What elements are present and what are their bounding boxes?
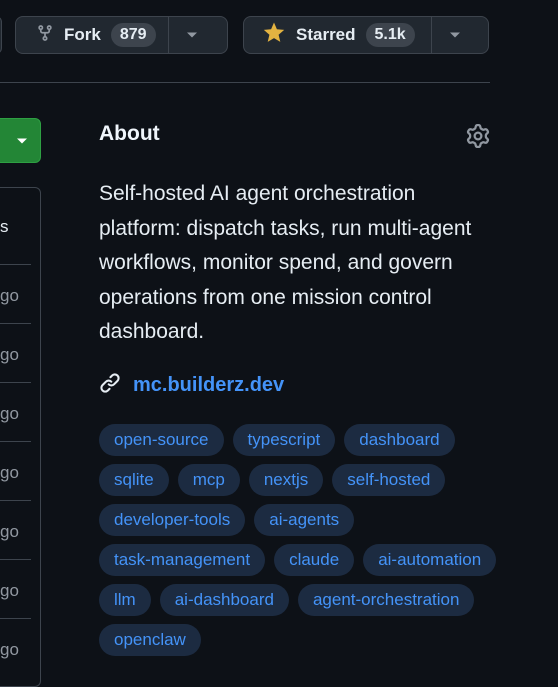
topic-tag[interactable]: ai-dashboard	[159, 584, 289, 616]
header-divider	[0, 82, 490, 83]
star-button-group: Starred 5.1k	[243, 16, 489, 54]
watch-button-partial[interactable]	[0, 16, 2, 54]
repo-description: Self-hosted AI agent orchestration platf…	[99, 182, 472, 343]
file-row-time: go	[0, 581, 19, 600]
fork-label: Fork	[64, 25, 101, 44]
topic-tag[interactable]: ai-automation	[363, 544, 497, 576]
fork-dropdown-button[interactable]	[167, 17, 215, 53]
fork-icon	[36, 23, 54, 48]
row-divider	[0, 441, 31, 442]
row-divider	[0, 618, 31, 619]
caret-down-icon	[186, 26, 198, 44]
code-button[interactable]	[0, 118, 41, 163]
starred-button[interactable]: Starred 5.1k	[244, 17, 431, 53]
topic-tag[interactable]: developer-tools	[99, 504, 246, 536]
link-icon	[99, 372, 121, 399]
topic-tag[interactable]: nextjs	[248, 464, 324, 496]
topic-tag[interactable]: task-management	[99, 544, 266, 576]
topic-tag[interactable]: dashboard	[344, 424, 455, 456]
file-row-time: go	[0, 404, 19, 423]
topics-list: open-source typescript dashboard sqlite …	[99, 424, 499, 656]
topic-tag[interactable]: open-source	[99, 424, 224, 456]
topic-tag[interactable]: ai-agents	[254, 504, 355, 536]
star-dropdown-button[interactable]	[431, 17, 478, 53]
file-row-time: go	[0, 345, 19, 364]
file-list-partial: s go go go go go go go	[0, 187, 41, 687]
caret-down-icon	[449, 26, 461, 44]
starred-label: Starred	[296, 25, 356, 44]
website-link[interactable]: mc.builderz.dev	[133, 374, 284, 397]
topic-tag[interactable]: sqlite	[99, 464, 169, 496]
settings-gear-icon[interactable]	[466, 124, 490, 153]
topic-tag[interactable]: typescript	[232, 424, 336, 456]
topic-tag[interactable]: claude	[274, 544, 355, 576]
star-filled-icon	[262, 21, 286, 49]
fork-button-group: Fork 879	[15, 16, 228, 54]
star-count: 5.1k	[365, 23, 415, 47]
topic-tag[interactable]: mcp	[177, 464, 240, 496]
row-divider	[0, 559, 31, 560]
row-divider	[0, 323, 31, 324]
file-row-time: go	[0, 286, 19, 305]
about-title: About	[99, 122, 160, 145]
fork-count: 879	[110, 23, 156, 47]
file-row-time: go	[0, 640, 19, 659]
row-divider	[0, 500, 31, 501]
topic-tag[interactable]: openclaw	[99, 624, 201, 656]
row-divider	[0, 264, 31, 265]
caret-down-icon	[16, 132, 28, 150]
file-row-time: go	[0, 522, 19, 541]
topic-tag[interactable]: agent-orchestration	[297, 584, 475, 616]
row-divider	[0, 382, 31, 383]
topic-tag[interactable]: llm	[99, 584, 151, 616]
fork-button[interactable]: Fork 879	[16, 17, 168, 53]
file-list-header-cell: s	[0, 217, 9, 236]
topic-tag[interactable]: self-hosted	[332, 464, 446, 496]
website-link-row: mc.builderz.dev	[99, 372, 284, 399]
file-row-time: go	[0, 463, 19, 482]
